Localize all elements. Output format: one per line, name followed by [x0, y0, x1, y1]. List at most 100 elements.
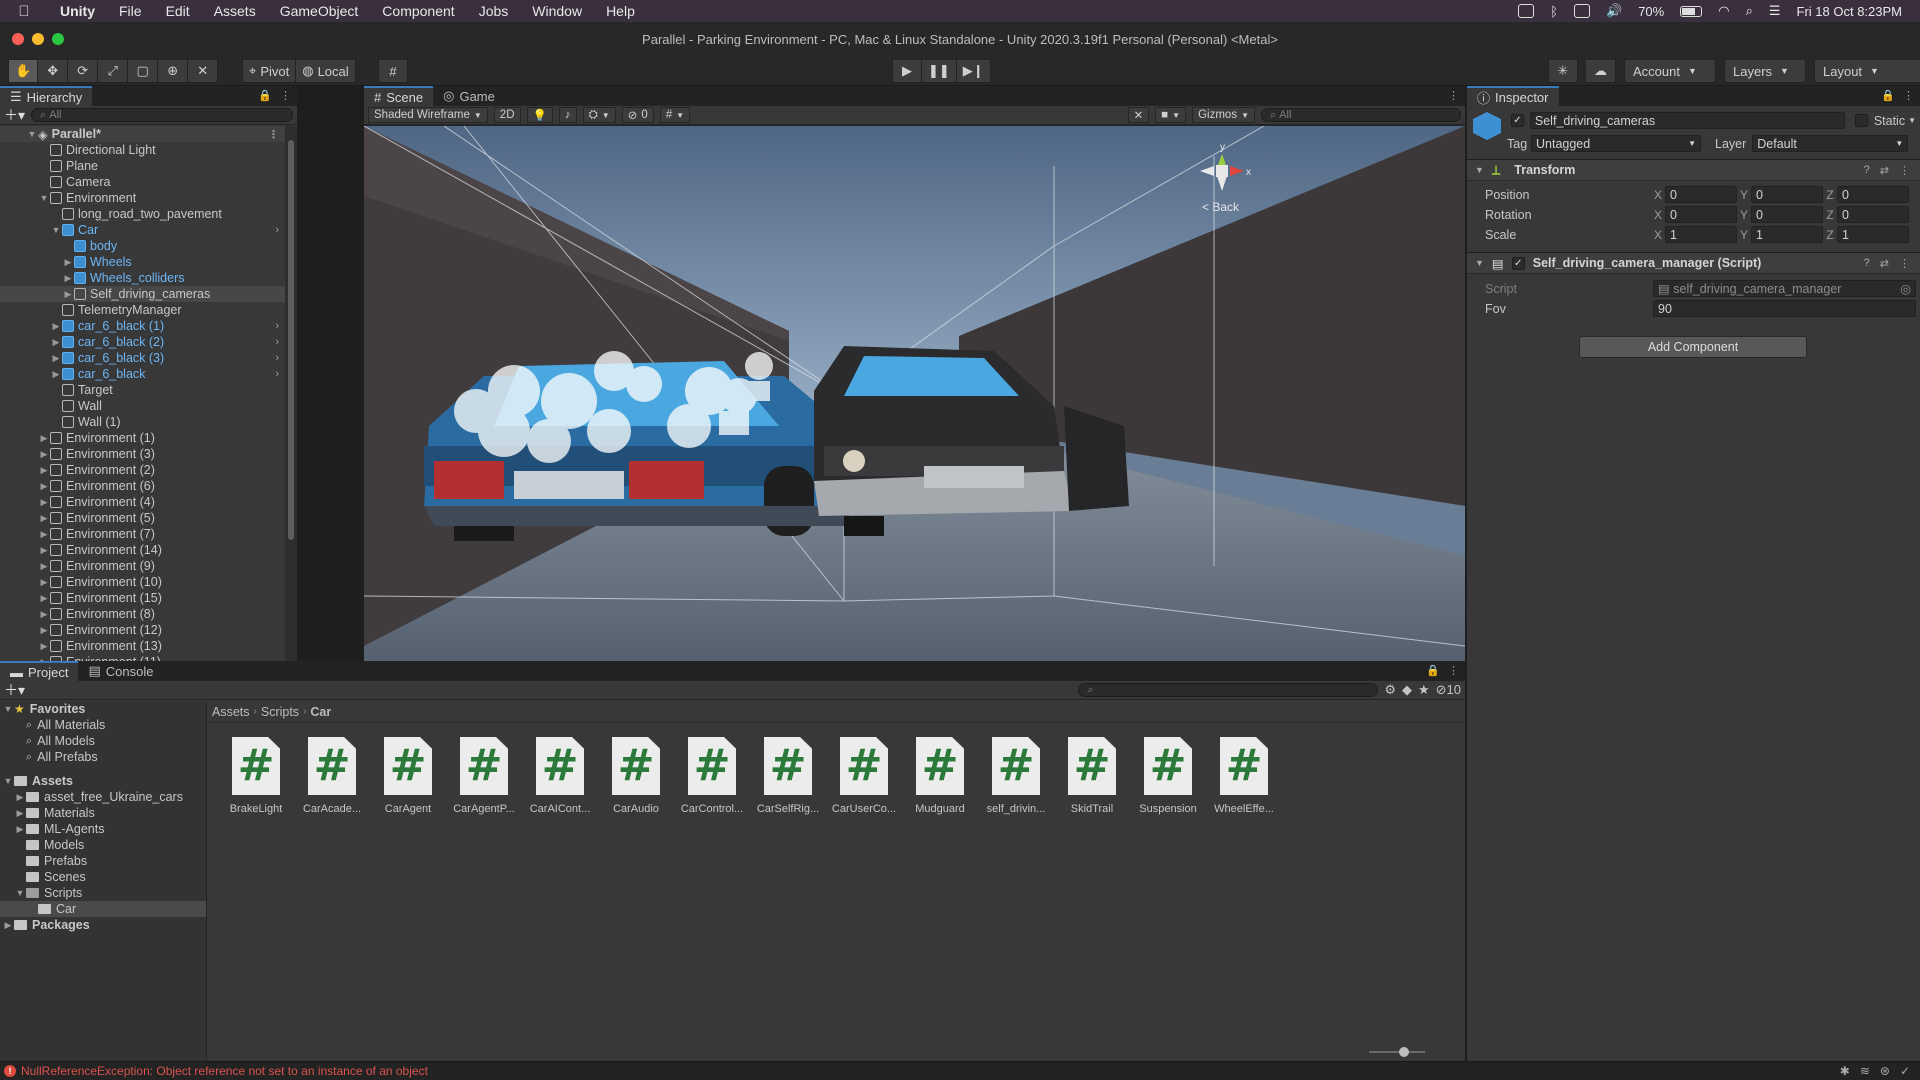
script-asset[interactable]: # CarAgentP...: [452, 737, 516, 815]
hierarchy-item[interactable]: ▶ Environment (7): [0, 526, 285, 542]
project-tree-item[interactable]: ▶ Packages: [0, 917, 206, 933]
chevron-right-icon[interactable]: ▶: [38, 449, 50, 460]
project-tree-item[interactable]: ⌕ All Prefabs: [0, 749, 206, 765]
custom-tool-button[interactable]: ✕: [188, 59, 219, 83]
chevron-right-icon[interactable]: ▶: [50, 337, 62, 348]
hierarchy-item[interactable]: ▶ Environment (5): [0, 510, 285, 526]
menu-window[interactable]: Window: [520, 3, 594, 19]
add-component-button[interactable]: Add Component: [1579, 336, 1807, 358]
network-icon[interactable]: ⊛: [1880, 1064, 1890, 1078]
menu-file[interactable]: File: [107, 3, 154, 19]
position-label[interactable]: Position: [1485, 188, 1651, 202]
scale-y-field[interactable]: 1: [1751, 226, 1823, 243]
chevron-right-icon[interactable]: ▶: [38, 625, 50, 636]
scale-label[interactable]: Scale: [1485, 228, 1651, 242]
project-tree-item[interactable]: Car: [0, 901, 206, 917]
script-asset[interactable]: # Mudguard: [908, 737, 972, 815]
chevron-down-icon[interactable]: ▼: [1908, 116, 1916, 125]
project-tree-item[interactable]: ⌕ All Models: [0, 733, 206, 749]
chevron-right-icon[interactable]: ▶: [50, 353, 62, 364]
hierarchy-item[interactable]: ▶ Environment (9): [0, 558, 285, 574]
tab-hierarchy[interactable]: ☰ Hierarchy: [0, 86, 93, 106]
move-tool-button[interactable]: ✥: [38, 59, 69, 83]
active-checkbox[interactable]: ✓: [1511, 114, 1524, 127]
chevron-down-icon[interactable]: ▼: [1475, 258, 1484, 268]
chevron-right-icon[interactable]: ▶: [38, 497, 50, 508]
rotate-tool-button[interactable]: ⟳: [68, 59, 99, 83]
effects-dropdown[interactable]: ⛭ ▼: [582, 107, 616, 123]
hierarchy-item[interactable]: long_road_two_pavement: [0, 206, 285, 222]
chevron-right-icon[interactable]: ▶: [62, 257, 74, 268]
hierarchy-item[interactable]: ▶ Environment (1): [0, 430, 285, 446]
script-asset[interactable]: # CarSelfRig...: [756, 737, 820, 815]
close-window-button[interactable]: [12, 33, 24, 45]
script-component-header[interactable]: ▼ ▤ ✓ Self_driving_camera_manager (Scrip…: [1467, 252, 1920, 274]
hierarchy-item[interactable]: ▼ Car ›: [0, 222, 285, 238]
slider-handle[interactable]: [1399, 1047, 1409, 1057]
script-asset[interactable]: # self_drivin...: [984, 737, 1048, 815]
cloud-button[interactable]: ☁: [1586, 59, 1616, 83]
hierarchy-search-input[interactable]: ⌕ All: [31, 108, 293, 122]
hierarchy-item[interactable]: ▶ car_6_black (1) ›: [0, 318, 285, 334]
tab-inspector[interactable]: ⓘ Inspector: [1467, 86, 1559, 106]
open-prefab-icon[interactable]: ›: [275, 368, 279, 380]
scale-tool-button[interactable]: ⤢: [98, 59, 129, 83]
local-toggle[interactable]: ◍ Local: [296, 59, 356, 83]
audio-toggle[interactable]: ♪: [558, 107, 577, 123]
menu-unity[interactable]: Unity: [48, 3, 107, 19]
spotlight-search-icon[interactable]: ⌕: [1746, 3, 1753, 19]
axis-z-label[interactable]: Z: [1823, 228, 1837, 242]
create-plus-button[interactable]: ＋▾: [4, 105, 25, 125]
step-button[interactable]: ▶❙: [956, 59, 991, 83]
hierarchy-item[interactable]: Wall: [0, 398, 285, 414]
menu-component[interactable]: Component: [370, 3, 466, 19]
scale-z-field[interactable]: 1: [1837, 226, 1909, 243]
open-prefab-icon[interactable]: ›: [275, 352, 279, 364]
axis-y-label[interactable]: Y: [1737, 188, 1751, 202]
2d-toggle[interactable]: 2D: [493, 107, 521, 123]
scene-viewport[interactable]: y x < Back: [364, 126, 1465, 661]
chevron-down-icon[interactable]: ▼: [1475, 165, 1484, 175]
search-by-type-icon[interactable]: ⚙: [1384, 682, 1396, 698]
chevron-right-icon[interactable]: ▶: [38, 433, 50, 444]
chevron-down-icon[interactable]: ▼: [50, 225, 62, 235]
kebab-menu-icon[interactable]: ⋮: [280, 89, 291, 102]
minimize-window-button[interactable]: [32, 33, 44, 45]
status-error-message[interactable]: NullReferenceException: Object reference…: [21, 1064, 428, 1078]
menu-assets[interactable]: Assets: [202, 3, 268, 19]
script-asset[interactable]: # BrakeLight: [224, 737, 288, 815]
account-dropdown[interactable]: Account ▼: [1624, 59, 1716, 83]
status-app-icon[interactable]: [1518, 4, 1535, 18]
hierarchy-item[interactable]: Directional Light: [0, 142, 285, 158]
layer-dropdown[interactable]: Default ▼: [1752, 135, 1909, 152]
create-plus-button[interactable]: ＋▾: [4, 680, 25, 700]
script-asset[interactable]: # CarAcade...: [300, 737, 364, 815]
chevron-down-icon[interactable]: ▼: [2, 704, 14, 714]
hierarchy-item[interactable]: ▶ Wheels: [0, 254, 285, 270]
tag-dropdown[interactable]: Untagged ▼: [1531, 135, 1701, 152]
check-icon[interactable]: ✓: [1900, 1064, 1910, 1078]
chevron-right-icon[interactable]: ▶: [50, 369, 62, 380]
preset-icon[interactable]: ⇄: [1880, 164, 1889, 177]
hierarchy-item[interactable]: ▶ Environment (6): [0, 478, 285, 494]
chevron-right-icon[interactable]: ▶: [38, 465, 50, 476]
scrollbar-thumb[interactable]: [288, 140, 294, 540]
grid-dropdown[interactable]: # ▼: [659, 107, 691, 123]
camera-dropdown[interactable]: ■ ▼: [1155, 107, 1187, 123]
axis-z-label[interactable]: Z: [1823, 188, 1837, 202]
transform-component-header[interactable]: ▼ ⟂ Transform ? ⇄ ⋮: [1467, 159, 1920, 181]
chevron-down-icon[interactable]: ▼: [2, 776, 14, 786]
hierarchy-item[interactable]: ▶ Environment (4): [0, 494, 285, 510]
fov-label[interactable]: Fov: [1485, 302, 1653, 316]
menu-edit[interactable]: Edit: [154, 3, 202, 19]
hierarchy-item[interactable]: Wall (1): [0, 414, 285, 430]
hand-tool-button[interactable]: ✋: [8, 59, 39, 83]
project-tree-item[interactable]: ⌕ All Materials: [0, 717, 206, 733]
chevron-right-icon[interactable]: ▶: [38, 481, 50, 492]
pivot-toggle[interactable]: ⌖ Pivot: [242, 59, 297, 83]
tab-scene[interactable]: # Scene: [364, 86, 434, 106]
script-asset[interactable]: # CarControl...: [680, 737, 744, 815]
gizmos-dropdown[interactable]: Gizmos ▼: [1192, 107, 1255, 123]
draw-mode-dropdown[interactable]: Shaded Wireframe ▼: [368, 107, 488, 123]
scene-search-input[interactable]: ⌕ All: [1261, 108, 1461, 122]
